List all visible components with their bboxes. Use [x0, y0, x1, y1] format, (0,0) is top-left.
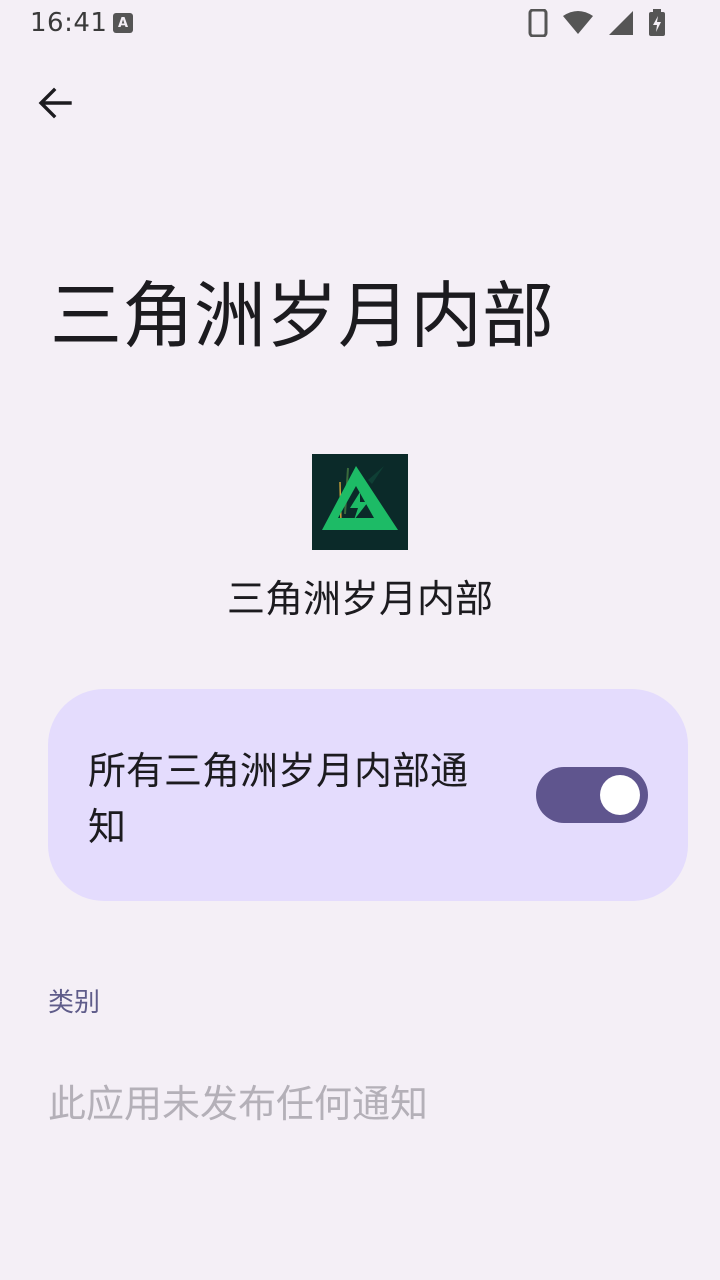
keyboard-a-icon: A: [113, 12, 133, 34]
status-bar: 16:41 A: [0, 0, 720, 48]
all-notifications-card[interactable]: 所有三角洲岁月内部通知: [48, 689, 688, 901]
all-notifications-toggle[interactable]: [536, 767, 648, 823]
categories-header: 类别: [48, 988, 101, 1018]
arrow-back-icon: [37, 85, 73, 125]
battery-charging-icon: [648, 9, 666, 41]
back-button[interactable]: [28, 78, 82, 132]
cell-signal-icon: [608, 10, 634, 40]
no-notifications-message: 此应用未发布任何通知: [48, 1082, 429, 1126]
toggle-thumb: [600, 775, 640, 815]
wifi-icon: [562, 10, 594, 40]
svg-text:A: A: [118, 16, 128, 31]
all-notifications-label: 所有三角洲岁月内部通知: [88, 749, 469, 849]
app-name: 三角洲岁月内部: [226, 577, 493, 621]
app-logo-icon: [312, 454, 408, 550]
page-title: 三角洲岁月内部: [50, 274, 555, 358]
phone-icon: [528, 8, 548, 41]
status-time: 16:41: [30, 8, 108, 38]
